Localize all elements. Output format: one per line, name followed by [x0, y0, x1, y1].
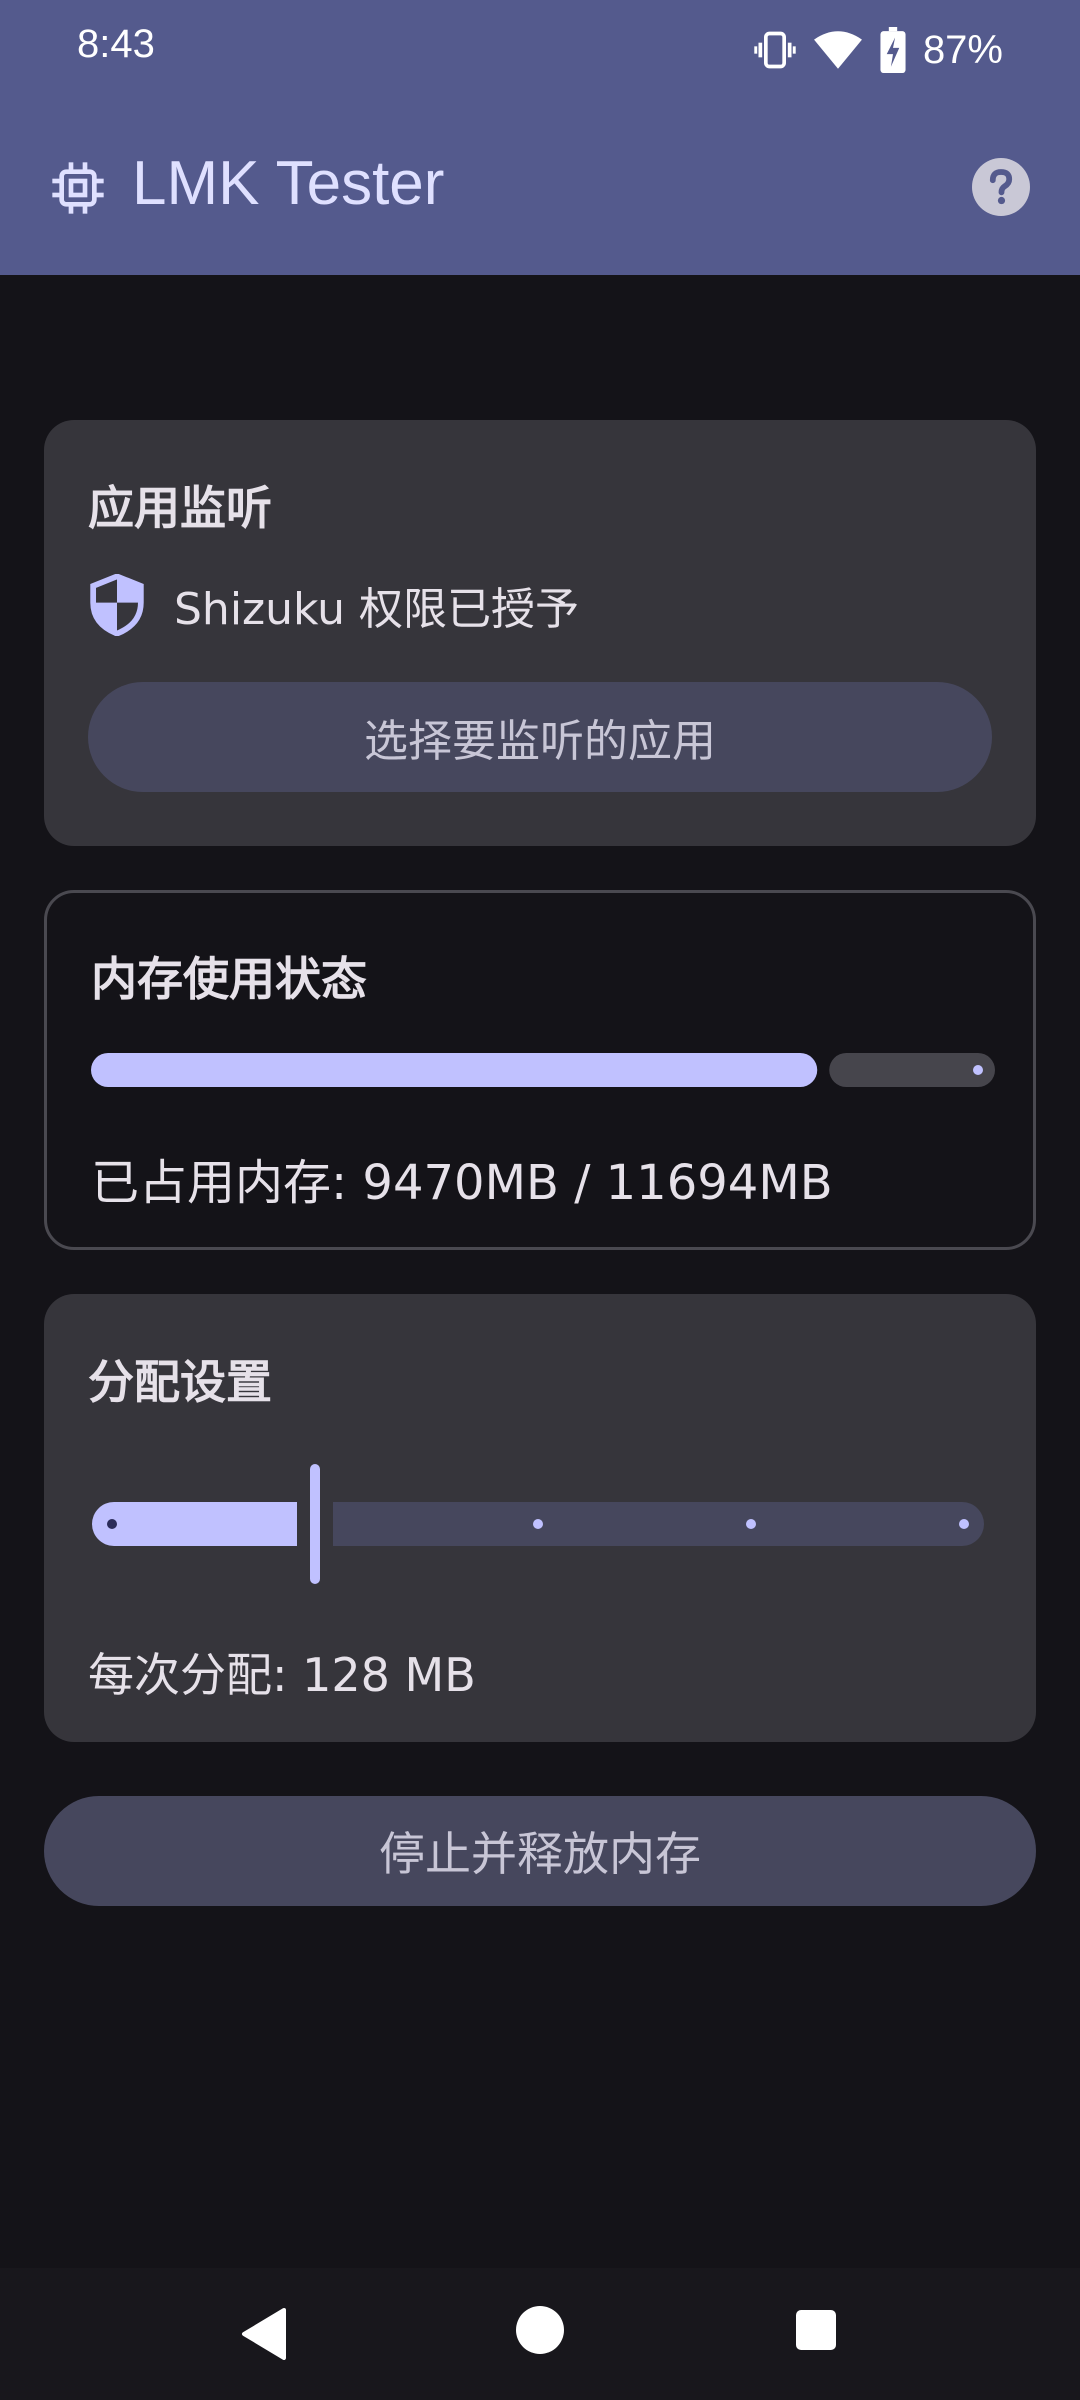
slider-step-dot — [746, 1519, 756, 1529]
vibrate-icon — [754, 31, 796, 69]
wifi-icon — [813, 31, 862, 69]
top-app-bar-container: 8:43 87% LMK Tester — [0, 0, 1080, 275]
status-time: 8:43 — [77, 22, 155, 66]
stop-release-button[interactable]: 停止并释放内存 — [44, 1796, 1036, 1906]
monitor-card-title: 应用监听 — [88, 481, 272, 535]
allocation-card: 分配设置 每次分配: 128 MB — [44, 1294, 1036, 1742]
allocation-card-title: 分配设置 — [88, 1355, 272, 1409]
memory-usage-text: 已占用内存: 9470MB / 11694MB — [91, 1155, 833, 1211]
app-bar: LMK Tester — [0, 130, 1080, 250]
slider-step-dot — [107, 1519, 117, 1529]
chip-icon — [52, 162, 104, 214]
memory-progress-stop-dot — [973, 1065, 983, 1075]
status-bar: 8:43 87% — [0, 0, 1080, 100]
slider-inactive-track — [333, 1502, 984, 1546]
memory-progress-bar — [91, 1053, 995, 1087]
select-app-button[interactable]: 选择要监听的应用 — [88, 682, 992, 792]
help-icon[interactable] — [972, 158, 1030, 216]
permission-row: Shizuku 权限已授予 — [88, 570, 579, 640]
status-icons: 87% — [753, 22, 1003, 78]
memory-progress-track — [829, 1053, 995, 1087]
memory-card-title: 内存使用状态 — [91, 952, 367, 1006]
allocation-slider[interactable] — [88, 1454, 992, 1594]
permission-status-text: Shizuku 权限已授予 — [174, 584, 580, 635]
memory-progress-fill — [91, 1053, 818, 1087]
slider-step-dot — [959, 1519, 969, 1529]
monitor-card: 应用监听 Shizuku 权限已授予 选择要监听的应用 — [44, 420, 1036, 846]
navigation-bar — [0, 2268, 1080, 2400]
allocation-size-text: 每次分配: 128 MB — [88, 1648, 476, 1702]
back-icon[interactable] — [240, 2308, 288, 2360]
memory-card: 内存使用状态 已占用内存: 9470MB / 11694MB — [44, 890, 1036, 1250]
app-title: LMK Tester — [132, 149, 445, 218]
slider-thumb[interactable] — [310, 1464, 320, 1584]
battery-percent: 87% — [922, 27, 1003, 72]
slider-active-track — [92, 1502, 297, 1546]
recents-icon[interactable] — [796, 2310, 836, 2350]
shield-icon — [90, 574, 144, 636]
home-icon[interactable] — [516, 2306, 564, 2354]
slider-step-dot — [533, 1519, 543, 1529]
battery-charging-icon — [880, 27, 906, 73]
